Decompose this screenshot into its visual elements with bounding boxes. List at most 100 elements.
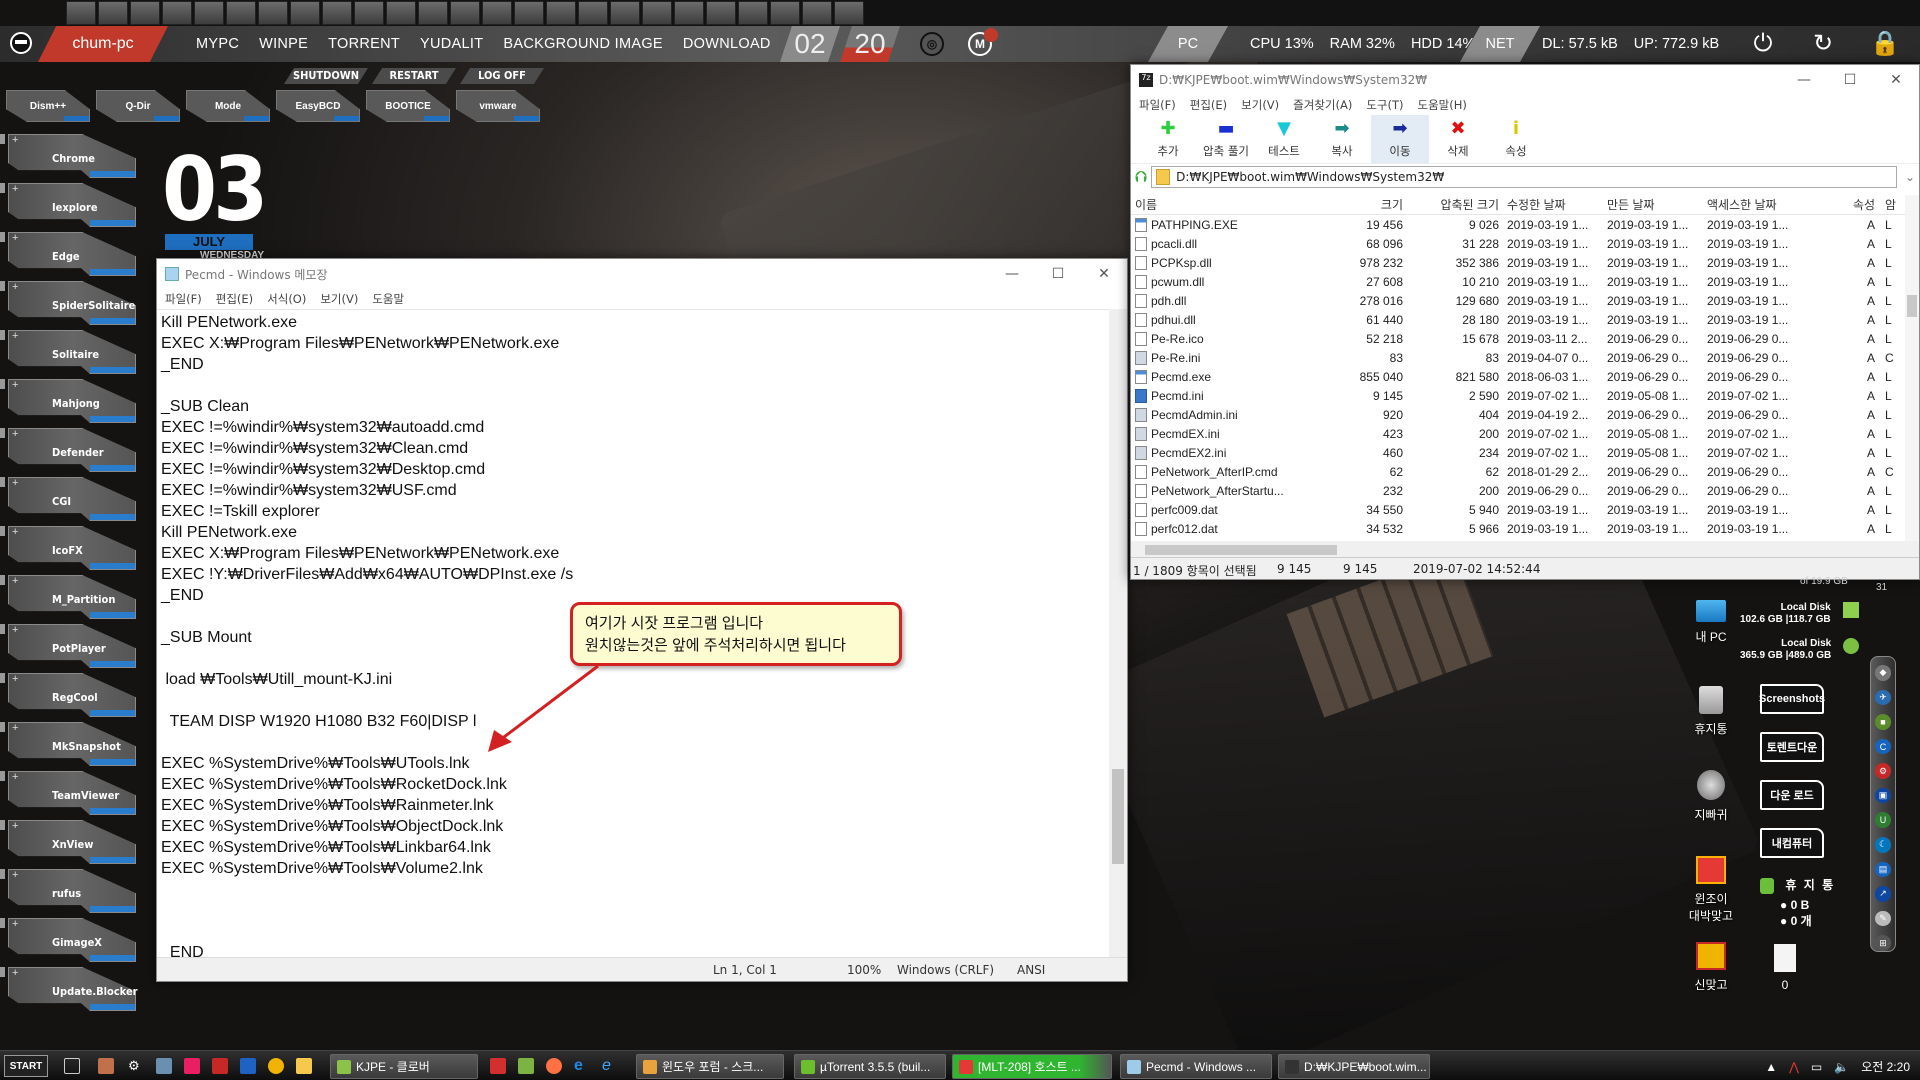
column-header[interactable]: 수정한 날짜 bbox=[1505, 196, 1605, 213]
dock-item-teamviewer[interactable]: + TeamViewer bbox=[0, 767, 140, 816]
menu-item[interactable]: 보기(V) bbox=[320, 291, 358, 307]
close-button[interactable]: ✕ bbox=[1081, 259, 1127, 289]
settings-icon[interactable] bbox=[578, 1, 608, 25]
browser-orb-icon[interactable] bbox=[258, 1, 288, 25]
utorrent-icon[interactable] bbox=[482, 1, 512, 25]
notepad-titlebar[interactable]: Pecmd - Windows 메모장 — ☐ ✕ bbox=[157, 259, 1127, 289]
menu-item[interactable]: 서식(O) bbox=[267, 291, 306, 307]
nav-background-image[interactable]: BACKGROUND IMAGE bbox=[503, 36, 663, 52]
up-folder-icon[interactable]: ⮉ bbox=[1135, 167, 1147, 187]
dock-item-updateblocker[interactable]: + Update.Blocker bbox=[0, 963, 140, 1012]
menu-item[interactable]: 즐겨찾기(A) bbox=[1293, 97, 1352, 113]
shutdown-button[interactable]: SHUTDOWN bbox=[284, 68, 368, 84]
ninja-logo-icon[interactable] bbox=[10, 32, 32, 54]
lock-icon[interactable]: 🔒 bbox=[1870, 31, 1900, 57]
pinned-app-icon[interactable] bbox=[156, 1058, 172, 1074]
drag-handle[interactable] bbox=[0, 722, 5, 732]
plus-icon[interactable]: + bbox=[12, 673, 18, 685]
scrollbar-thumb[interactable] bbox=[1145, 545, 1337, 555]
table-row[interactable]: PecmdAdmin.ini 920 404 2019-04-19 2... 2019-… bbox=[1131, 405, 1919, 424]
minimize-button[interactable]: — bbox=[989, 259, 1035, 289]
menu-item[interactable]: 편집(E) bbox=[216, 291, 253, 307]
menu-item[interactable]: 보기(V) bbox=[1241, 97, 1279, 113]
tile-dism[interactable]: Dism++ bbox=[6, 90, 90, 122]
plus-icon[interactable]: + bbox=[12, 918, 18, 930]
table-row[interactable]: PecmdEX2.ini 460 234 2019-07-02 1... 2019-05… bbox=[1131, 443, 1919, 462]
nav-torrent[interactable]: TORRENT bbox=[328, 36, 400, 52]
drag-handle[interactable] bbox=[0, 624, 5, 634]
moon-app-icon[interactable]: ☾ bbox=[1875, 837, 1891, 853]
drag-handle[interactable] bbox=[0, 183, 5, 193]
plus-icon[interactable]: + bbox=[12, 379, 18, 391]
table-row[interactable]: perfc012.dat 34 532 5 966 2019-03-19 1... 20… bbox=[1131, 519, 1919, 538]
start-button[interactable]: START bbox=[4, 1055, 48, 1077]
nav-winpe[interactable]: WINPE bbox=[259, 36, 308, 52]
taskbar-button[interactable]: [MLT-208] 호스트 ... bbox=[952, 1054, 1112, 1079]
gear-icon[interactable]: ⚙ bbox=[1875, 763, 1891, 779]
tile-bootice[interactable]: BOOTICE bbox=[366, 90, 450, 122]
drag-handle[interactable] bbox=[0, 820, 5, 830]
cards-icon[interactable] bbox=[642, 1, 672, 25]
restart-button[interactable]: RESTART bbox=[372, 68, 456, 84]
drag-handle[interactable] bbox=[0, 526, 5, 536]
plus-icon[interactable]: + bbox=[12, 330, 18, 342]
taskbar-button[interactable]: KJPE - 클로버 bbox=[330, 1054, 478, 1079]
table-row[interactable]: PecmdEX.ini 423 200 2019-07-02 1... 2019-05-… bbox=[1131, 424, 1919, 443]
log-off-button[interactable]: LOG OFF bbox=[460, 68, 544, 84]
taskbar-button[interactable]: D:₩KJPE₩boot.wim... bbox=[1278, 1054, 1430, 1079]
dock-item-gimagex[interactable]: + GimageX bbox=[0, 914, 140, 963]
menu-item[interactable]: 파일(F) bbox=[1139, 97, 1176, 113]
desktop-icon-mypc[interactable]: 내 PC bbox=[1676, 600, 1746, 645]
firefox-icon[interactable] bbox=[546, 1058, 562, 1074]
dock-item-cgi[interactable]: + CGI bbox=[0, 473, 140, 522]
edge-icon[interactable]: e bbox=[574, 1058, 590, 1074]
dock-item-icofx[interactable]: + IcoFX bbox=[0, 522, 140, 571]
gift-icon[interactable]: ■ bbox=[1875, 714, 1891, 730]
add-monitor-icon[interactable]: ⊞ bbox=[1875, 935, 1891, 951]
drag-handle[interactable] bbox=[0, 232, 5, 242]
folder-torrent-down[interactable]: 토렌트다운 bbox=[1760, 732, 1824, 762]
toolbar-button-delete[interactable]: ✖ 삭제 bbox=[1429, 115, 1487, 163]
column-header[interactable]: 만든 날짜 bbox=[1605, 196, 1705, 213]
toolbar-button-move[interactable]: ➡ 이동 bbox=[1371, 115, 1429, 163]
volume-icon[interactable]: 🔈 bbox=[1834, 1060, 1849, 1074]
chrome-icon[interactable]: ◎ bbox=[920, 32, 944, 56]
scrollbar-thumb[interactable] bbox=[1112, 769, 1124, 864]
table-row[interactable]: pcacli.dll 68 096 31 228 2019-03-19 1... 201… bbox=[1131, 234, 1919, 253]
toolbar-button-copy[interactable]: ➡ 복사 bbox=[1313, 115, 1371, 163]
vertical-scrollbar[interactable] bbox=[1109, 309, 1127, 957]
taskbar-clock[interactable]: 오전 2:20 bbox=[1861, 1058, 1910, 1075]
menu-item[interactable]: 도움말 bbox=[372, 291, 404, 307]
table-row[interactable]: Pe-Re.ico 52 218 15 678 2019-03-11 2... 2019… bbox=[1131, 329, 1919, 348]
table-row[interactable]: PCPKsp.dll 978 232 352 386 2019-03-19 1... 2… bbox=[1131, 253, 1919, 272]
folder-my-computer[interactable]: 내컴퓨터 bbox=[1760, 828, 1824, 858]
scrollbar-thumb[interactable] bbox=[1907, 295, 1917, 317]
column-header[interactable]: 액세스한 날짜 bbox=[1705, 196, 1825, 213]
drag-handle[interactable] bbox=[0, 477, 5, 487]
table-row[interactable]: pdh.dll 278 016 129 680 2019-03-19 1... 2019… bbox=[1131, 291, 1919, 310]
sevenzip-titlebar[interactable]: 7z D:₩KJPE₩boot.wim₩Windows₩System32₩ — … bbox=[1131, 65, 1919, 95]
plus-icon[interactable]: + bbox=[12, 771, 18, 783]
plus-icon[interactable]: + bbox=[12, 820, 18, 832]
ccleaner-icon[interactable]: C bbox=[1875, 738, 1891, 755]
desktop-icon-note[interactable]: 0 bbox=[1750, 944, 1820, 992]
nav-download[interactable]: DOWNLOAD bbox=[683, 36, 771, 52]
dock-item-mpartition[interactable]: + M_Partition bbox=[0, 571, 140, 620]
ie-icon[interactable] bbox=[130, 1, 160, 25]
drag-handle[interactable] bbox=[0, 379, 5, 389]
dock-item-xnview[interactable]: + XnView bbox=[0, 816, 140, 865]
table-row[interactable]: PeNetwork_AfterIP.cmd 62 62 2018-01-29 2...… bbox=[1131, 462, 1919, 481]
drag-handle[interactable] bbox=[0, 281, 5, 291]
dock-app-icon[interactable]: ↗ bbox=[1875, 886, 1891, 902]
dock-item-potplayer[interactable]: + PotPlayer bbox=[0, 620, 140, 669]
notepad-paper-icon[interactable] bbox=[674, 1, 704, 25]
vbox-icon[interactable] bbox=[418, 1, 448, 25]
pinned-app-icon[interactable] bbox=[240, 1058, 256, 1074]
toolbar-button-extract[interactable]: ▬ 압축 풀기 bbox=[1197, 115, 1255, 163]
menu-item[interactable]: 파일(F) bbox=[165, 291, 202, 307]
7zip-icon[interactable] bbox=[546, 1, 576, 25]
pinned-app-icon[interactable] bbox=[98, 1058, 114, 1074]
nav-yudalit[interactable]: YUDALIT bbox=[420, 36, 483, 52]
toolbar-button-add[interactable]: ✚ 추가 bbox=[1139, 115, 1197, 163]
taskbar-button[interactable]: µTorrent 3.5.5 (buil... bbox=[794, 1054, 946, 1079]
